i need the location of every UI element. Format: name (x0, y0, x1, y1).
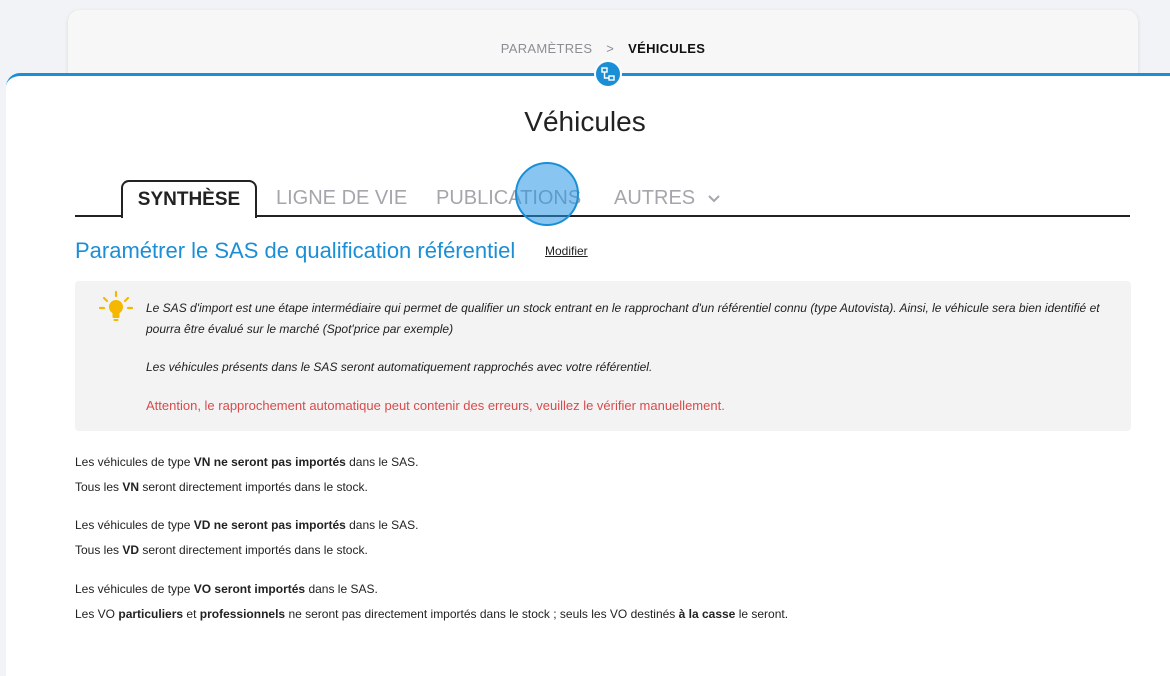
sitemap-icon (601, 67, 615, 81)
info-paragraph-1: Le SAS d'import est une étape intermédia… (146, 301, 1100, 336)
breadcrumb-current: VÉHICULES (628, 41, 706, 56)
sitemap-badge[interactable] (594, 60, 622, 88)
breadcrumb: PARAMÈTRES > VÉHICULES (68, 41, 1138, 56)
rule-vo-text: le seront. (735, 607, 789, 621)
rule-vo-text: Les VO (75, 607, 119, 621)
tab-synthese[interactable]: SYNTHÈSE (121, 180, 257, 218)
rule-vo-emphasis: professionnels (199, 607, 286, 621)
tab-ligne-de-vie[interactable]: LIGNE DE VIE (276, 180, 407, 216)
breadcrumb-separator: > (606, 41, 615, 56)
rule-vo-emphasis: à la casse (678, 607, 736, 621)
rule-vn-emphasis: VN ne seront pas importés (193, 455, 346, 469)
modify-link[interactable]: Modifier (545, 244, 588, 258)
rule-vn-emphasis: VN (122, 480, 140, 494)
rule-vd-line1: Les véhicules de type VD ne seront pas i… (75, 518, 419, 532)
info-warning: Attention, le rapprochement automatique … (146, 398, 725, 413)
rule-vn-text: dans le SAS. (345, 455, 419, 469)
rule-vd-emphasis: VD (122, 543, 140, 557)
rule-vd-text: Tous les (75, 543, 123, 557)
rule-vo-line1: Les véhicules de type VO seront importés… (75, 582, 378, 596)
rule-vn-line1: Les véhicules de type VN ne seront pas i… (75, 455, 419, 469)
page-title: Véhicules (524, 106, 646, 137)
rule-vn-text: Tous les (75, 480, 123, 494)
lightbulb-icon (99, 290, 133, 321)
rule-vd-text: dans le SAS. (345, 518, 419, 532)
rule-vo-line2: Les VO particuliers et professionnels ne… (75, 607, 788, 621)
rule-vo-text: et (183, 607, 200, 621)
rule-vd-text: Les véhicules de type (75, 518, 194, 532)
section-title: Paramétrer le SAS de qualification référ… (75, 238, 516, 263)
breadcrumb-parent-link[interactable]: PARAMÈTRES (501, 41, 593, 56)
rule-vo-text: dans le SAS. (305, 582, 378, 596)
tab-autres-label: AUTRES (614, 187, 696, 209)
rule-vo-text: ne seront pas directement importés dans … (285, 607, 679, 621)
rule-vn-line2: Tous les VN seront directement importés … (75, 480, 368, 494)
rule-vd-emphasis: VD ne seront pas importés (193, 518, 346, 532)
chevron-down-icon (707, 195, 720, 203)
tab-autres[interactable]: AUTRES (614, 180, 721, 216)
rule-vd-text: seront directement importés dans le stoc… (139, 543, 368, 557)
rule-vn-text: Les véhicules de type (75, 455, 194, 469)
rule-vd-line2: Tous les VD seront directement importés … (75, 543, 368, 557)
cursor-indicator (515, 162, 579, 226)
rule-vn-text: seront directement importés dans le stoc… (139, 480, 368, 494)
rule-vo-emphasis: VO seront importés (193, 582, 306, 596)
info-paragraph-2: Les véhicules présents dans le SAS seron… (146, 360, 653, 374)
rule-vo-emphasis: particuliers (118, 607, 184, 621)
rule-vo-text: Les véhicules de type (75, 582, 194, 596)
